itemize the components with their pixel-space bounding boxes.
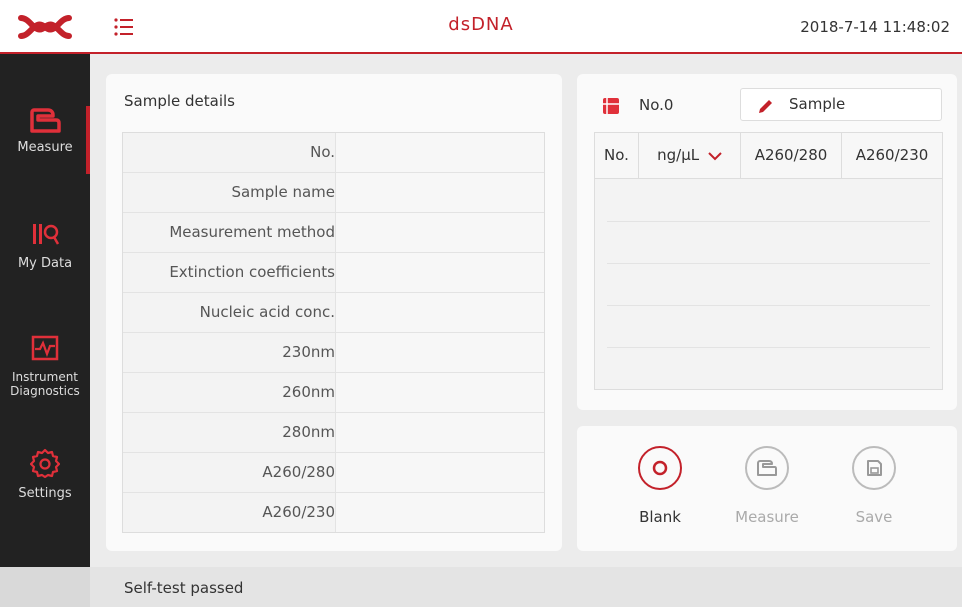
my-data-icon	[33, 224, 60, 245]
column-header-label: ng/µL	[657, 146, 700, 164]
results-table[interactable]: No. ng/µL A260/280 A260/230	[594, 132, 943, 390]
pencil-icon	[759, 100, 772, 113]
measure-label: Measure	[735, 508, 799, 526]
sample-details-table: No. Sample name Measurement method Extin…	[122, 132, 545, 533]
details-label: Measurement method	[169, 223, 335, 241]
details-row: Nucleic acid conc.	[123, 293, 544, 333]
save-label: Save	[855, 508, 893, 526]
sample-number: No.0	[639, 96, 674, 114]
details-row: A260/230	[123, 493, 544, 533]
details-label: 230nm	[282, 343, 335, 361]
sidebar-item-label: Settings	[18, 486, 72, 501]
measure-button[interactable]: Measure	[727, 446, 807, 526]
details-value	[335, 213, 544, 252]
details-row: Measurement method	[123, 213, 544, 253]
details-value	[335, 133, 544, 172]
sidebar-item-label: Instrument Diagnostics	[10, 370, 80, 398]
details-value	[335, 173, 544, 212]
sidebar-item-label: Measure	[17, 140, 73, 155]
sidebar-item-instrument-diagnostics[interactable]: Instrument Diagnostics	[0, 334, 90, 422]
status-text: Self-test passed	[124, 579, 244, 597]
details-value	[335, 413, 544, 452]
diagnostics-icon	[31, 335, 59, 361]
row-divider	[607, 263, 930, 264]
details-row: No.	[123, 133, 544, 173]
save-button[interactable]: Save	[834, 446, 914, 526]
details-value	[335, 453, 544, 492]
details-row: Sample name	[123, 173, 544, 213]
details-value	[335, 293, 544, 332]
measure-icon	[745, 446, 789, 490]
sidebar-item-my-data[interactable]: My Data	[0, 220, 90, 288]
details-value	[335, 373, 544, 412]
details-label: Extinction coefficients	[169, 263, 335, 281]
results-panel: No.0 Sample No. ng/µL A260/280 A260/230	[577, 74, 957, 410]
details-row: Extinction coefficients	[123, 253, 544, 293]
sample-name-value: Sample	[789, 95, 846, 113]
cuvette-icon	[603, 98, 619, 114]
sidebar: Measure My Data Instrument Diagnostics S…	[0, 54, 90, 567]
blank-button[interactable]: Blank	[620, 446, 700, 526]
sample-name-field[interactable]: Sample	[740, 88, 942, 121]
details-label: 280nm	[282, 423, 335, 441]
sample-details-panel: Sample details No. Sample name Measureme…	[106, 74, 562, 551]
status-bar: Self-test passed	[0, 567, 962, 607]
details-row: 280nm	[123, 413, 544, 453]
chevron-down-icon	[708, 151, 722, 160]
sidebar-item-label: My Data	[17, 256, 73, 271]
details-label: 260nm	[282, 383, 335, 401]
details-label: Sample name	[231, 183, 335, 201]
details-row: 260nm	[123, 373, 544, 413]
details-value	[335, 333, 544, 372]
details-label: Nucleic acid conc.	[199, 303, 335, 321]
column-header-concentration[interactable]: ng/µL	[638, 133, 740, 178]
details-row: 230nm	[123, 333, 544, 373]
results-table-header: No. ng/µL A260/280 A260/230	[595, 133, 942, 179]
sidebar-item-measure[interactable]: Measure	[0, 106, 90, 174]
row-divider	[607, 305, 930, 306]
details-value	[335, 493, 544, 532]
sample-details-title: Sample details	[124, 92, 235, 110]
blank-icon	[638, 446, 682, 490]
top-bar: dsDNA 2018-7-14 11:48:02	[0, 0, 962, 54]
gear-icon	[30, 448, 60, 478]
sidebar-item-settings[interactable]: Settings	[0, 448, 90, 516]
save-icon	[852, 446, 896, 490]
row-divider	[607, 347, 930, 348]
measure-icon	[30, 108, 61, 133]
details-label: No.	[310, 143, 335, 161]
datetime-display: 2018-7-14 11:48:02	[800, 18, 950, 36]
column-header-a260-230: A260/230	[841, 133, 942, 178]
actions-panel: Blank Measure Save	[577, 426, 957, 551]
column-header-a260-280: A260/280	[740, 133, 841, 178]
row-divider	[607, 221, 930, 222]
details-value	[335, 253, 544, 292]
blank-label: Blank	[639, 508, 681, 526]
status-bar-left	[0, 567, 90, 607]
details-label: A260/230	[262, 503, 335, 521]
column-header-no: No.	[604, 146, 629, 164]
details-label: A260/280	[262, 463, 335, 481]
details-row: A260/280	[123, 453, 544, 493]
